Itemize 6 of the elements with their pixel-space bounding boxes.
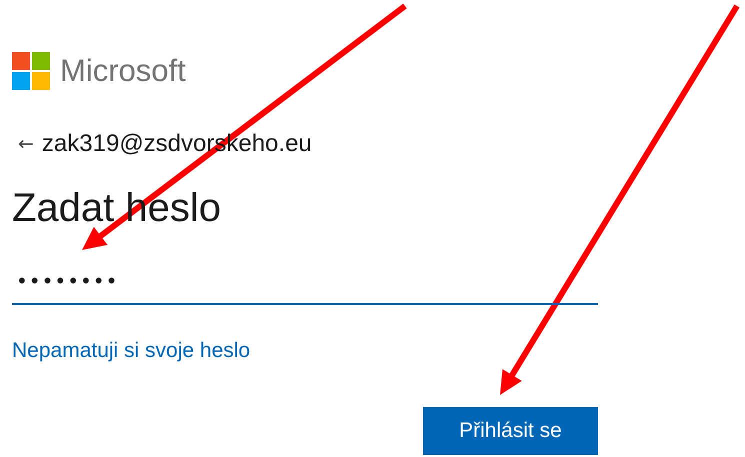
forgot-password-link[interactable]: Nepamatuji si svoje heslo <box>12 339 250 363</box>
microsoft-logo-icon <box>12 52 50 90</box>
brand-name: Microsoft <box>60 53 186 89</box>
sign-in-button[interactable]: Přihlásit se <box>423 407 598 455</box>
password-field[interactable]: •••••••• <box>12 259 598 305</box>
back-arrow[interactable]: ← <box>18 133 34 155</box>
